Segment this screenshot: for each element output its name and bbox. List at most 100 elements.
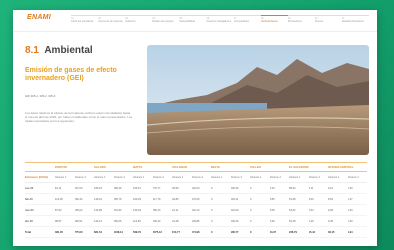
table-cell: 280,46 xyxy=(113,186,122,190)
table-column-header: Emisiones (tCO2e) Alcance 1 Alcance 2 Alcan… xyxy=(25,172,367,183)
table-cell: 142,13 xyxy=(191,208,200,212)
table-cell: 31,28 xyxy=(172,219,179,223)
table-cell: 600,42 xyxy=(152,219,161,223)
table-cell: 1,94 xyxy=(347,230,353,234)
table-cell: 54,02 xyxy=(289,208,296,212)
table-cell: 8,46 xyxy=(269,219,275,223)
nav-item[interactable]: 07 Comunidades xyxy=(233,15,261,27)
table-cell: 218,11 xyxy=(230,197,239,201)
nav-item[interactable]: 09 Proveedores xyxy=(287,15,315,27)
table-cell: 0,49 xyxy=(347,219,353,223)
table-cell: 569,79 xyxy=(133,230,141,234)
nav-item-label: Medioambiente xyxy=(260,20,278,23)
table-row: mar-20 87,63 165,02 140,99 261,90 130,03 780,1… xyxy=(25,205,367,216)
table-cell: 2,54 xyxy=(308,208,314,212)
enami-logo[interactable]: ENAMI xyxy=(27,14,51,21)
column-header: Alcance 2 xyxy=(152,175,164,179)
table-cell: 236,30 xyxy=(230,186,239,190)
table-cell: 140,99 xyxy=(94,208,102,212)
table-cell: 180,23 xyxy=(94,186,102,190)
group-header-cell: DELTA xyxy=(211,165,220,169)
nav-item[interactable]: 11 Estados financieros xyxy=(341,15,370,27)
table-row: feb-20 114,05 160,44 149,10 255,76 160,25 917,… xyxy=(25,194,367,205)
nav-item-label: Modelo de negocio xyxy=(152,20,174,23)
table-group-header: PAIPOTE SALADO MATTA VALLENAR DELTA TALLER EL … xyxy=(25,162,367,172)
table-cell: 0,49 xyxy=(347,208,353,212)
table-cell: 36,15 xyxy=(328,230,335,234)
table-cell: 0 xyxy=(211,186,213,190)
table-cell: 166,67 xyxy=(133,186,141,190)
group-header-cell: TALLER xyxy=(250,165,261,169)
table-cell: 917,79 xyxy=(152,197,161,201)
table-cell: 3075,12 xyxy=(152,230,162,234)
table-cell: 8,54 xyxy=(328,197,334,201)
table-cell: 230,26 xyxy=(230,219,239,223)
nav-item[interactable]: 01 Carta del presidente xyxy=(71,15,99,27)
table-cell: 0 xyxy=(250,186,252,190)
table-cell: 681,54 xyxy=(94,230,102,234)
table-cell: 8,11 xyxy=(308,186,314,190)
nav-item[interactable]: 08 Medioambiente xyxy=(260,15,288,27)
table-cell: 0 xyxy=(211,230,213,234)
column-header: Alcance 1 xyxy=(250,175,262,179)
table-cell: 9,45 xyxy=(328,219,334,223)
table-cell: 143,12 xyxy=(94,219,102,223)
nav-item[interactable]: 10 Anexos xyxy=(314,15,342,27)
nav-item[interactable]: 03 Gobierno xyxy=(125,15,153,27)
table-cell: 149,10 xyxy=(94,197,102,201)
column-header: Alcance 1 xyxy=(94,175,106,179)
column-header: Alcance 1 xyxy=(328,175,340,179)
table-row: ene-20 81,11 167,03 180,23 280,46 166,67 776,7… xyxy=(25,183,367,194)
nav-item[interactable]: 06 Nuestros trabajadores xyxy=(206,15,234,27)
nav-item[interactable]: 02 Acerca de la empresa xyxy=(98,15,126,27)
table-cell: 1048,14 xyxy=(113,230,123,234)
column-header: Alcance 2 xyxy=(269,175,281,179)
emissions-table: PAIPOTE SALADO MATTA VALLENAR DELTA TALLER EL … xyxy=(25,162,367,238)
table-cell: 0 xyxy=(211,208,213,212)
table-cell: 226,79 xyxy=(289,230,297,234)
table-cell: 112,84 xyxy=(133,219,141,223)
subsection-title: Emisión de gases de efecto invernadero (… xyxy=(25,67,117,82)
table-cell: 0 xyxy=(250,230,252,234)
column-header: Alcance 2 xyxy=(347,175,359,179)
table-total-row: Total 381,35 775,00 681,54 1048,14 569,79 3075… xyxy=(25,227,367,238)
table-cell: 170,00 xyxy=(191,197,200,201)
group-header-cell: OFICINA CENTRAL xyxy=(328,165,354,169)
gri-reference: GRI 305-1, 305-2, 305-3 xyxy=(25,94,56,98)
column-header: Alcance 1 xyxy=(211,175,223,179)
column-header: Alcance 1 xyxy=(55,175,67,179)
table-cell: 130,03 xyxy=(133,208,141,212)
page-title: 8.1 Ambiental xyxy=(25,45,93,56)
section-title: Ambiental xyxy=(44,45,93,56)
column-header: Alcance 2 xyxy=(74,175,86,179)
table-cell: 132,00 xyxy=(191,186,200,190)
table-cell: 81,11 xyxy=(55,186,62,190)
group-header-cell: PAIPOTE xyxy=(55,165,68,169)
row-header-label: Emisiones (tCO2e) xyxy=(25,175,49,179)
top-navigation: ENAMI 01 Carta del presidente 02 Acerca de … xyxy=(13,10,377,32)
table-cell: 255,76 xyxy=(113,197,122,201)
table-cell: 34,37 xyxy=(269,230,277,234)
table-cell: 130,85 xyxy=(191,219,200,223)
column-header: Alcance 1 xyxy=(289,175,301,179)
nav-item-label: Proveedores xyxy=(287,20,302,23)
nav-item-label: Estados financieros xyxy=(341,20,364,23)
table-cell: 0 xyxy=(250,208,252,212)
row-label: feb-20 xyxy=(25,197,33,201)
column-header: Alcance 2 xyxy=(191,175,203,179)
table-cell: 15,44 xyxy=(308,230,316,234)
nav-item-label: Nuestros trabajadores xyxy=(206,20,232,23)
row-label: abr-20 xyxy=(25,219,33,223)
desert-landscape-image xyxy=(147,45,369,155)
section-nav: 01 Carta del presidente 02 Acerca de la emp… xyxy=(71,15,370,27)
table-cell: 9,06 xyxy=(328,208,334,212)
table-cell: 160,25 xyxy=(133,197,141,201)
table-cell: 114,05 xyxy=(55,197,63,201)
table-cell: 58,54 xyxy=(289,186,296,190)
nav-item[interactable]: 04 Modelo de negocio xyxy=(152,15,180,27)
table-cell: 165,02 xyxy=(74,208,83,212)
table-cell: 0 xyxy=(211,197,213,201)
report-page: ENAMI 01 Carta del presidente 02 Acerca de … xyxy=(13,10,377,246)
row-label: Total xyxy=(25,230,32,234)
nav-item[interactable]: 05 Sostenibilidad xyxy=(179,15,207,27)
